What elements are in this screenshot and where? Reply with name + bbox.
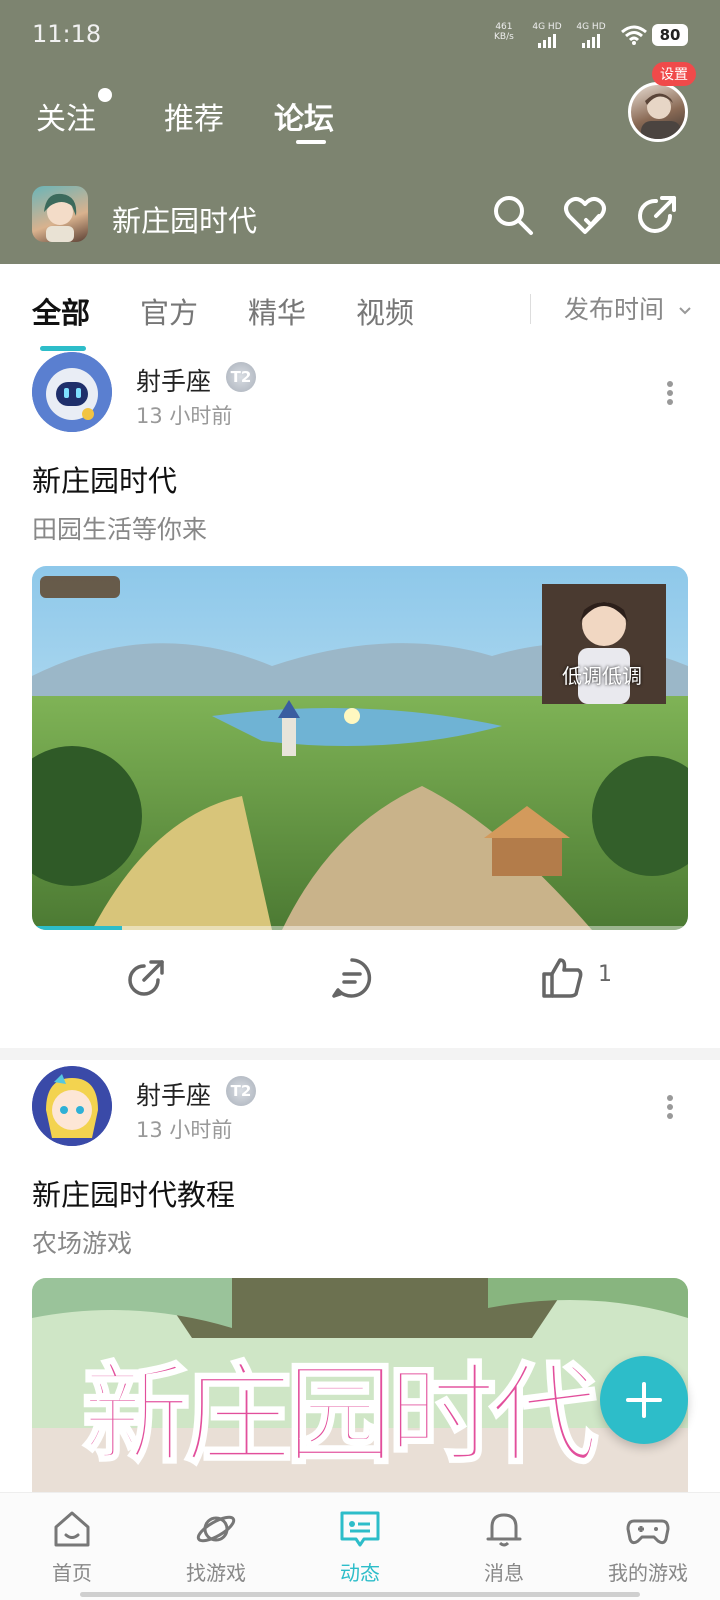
page: 11:18 461 KB/s 4G HD 4G HD 80 关注 推荐 论坛 设… (0, 0, 720, 1600)
video-overlay-caption: 低调低调 (562, 664, 642, 688)
status-bar: 11:18 461 KB/s 4G HD 4G HD 80 (0, 0, 720, 70)
game-character-icon (44, 193, 77, 242)
filter-video[interactable]: 视频 (356, 290, 414, 332)
nav-messages-label: 消息 (484, 1561, 524, 1585)
tab-recommend[interactable]: 推荐 (164, 94, 224, 138)
level-badge: T2 (226, 1076, 256, 1106)
notification-dot (98, 88, 112, 102)
signal-sim1: 4G HD (530, 22, 564, 48)
forum-bar: 新庄园时代 (0, 184, 720, 250)
filter-all-indicator (40, 346, 86, 351)
banner-text: 新庄园时代 (80, 1352, 599, 1480)
post-title: 新庄园时代 (32, 464, 178, 498)
anime-avatar-icon (32, 1066, 112, 1146)
search-icon[interactable] (490, 192, 536, 238)
tab-follow[interactable]: 关注 (36, 94, 96, 138)
share-icon[interactable] (124, 956, 168, 1000)
sort-dropdown[interactable]: 发布时间 (564, 290, 692, 326)
chevron-down-icon (679, 307, 691, 315)
nav-mygames-label: 我的游戏 (608, 1561, 688, 1585)
comment-icon[interactable] (330, 956, 374, 1000)
farm-landscape-image (32, 566, 688, 930)
thumbs-up-icon[interactable] (540, 956, 584, 1000)
post-time: 13 小时前 (136, 404, 233, 428)
feed-icon (340, 1511, 380, 1547)
game-icon[interactable] (32, 186, 88, 242)
author-name[interactable]: 射手座 (136, 1076, 211, 1112)
nav-home[interactable]: 首页 (12, 1509, 132, 1586)
gesture-bar (80, 1592, 640, 1597)
post-title: 新庄园时代教程 (32, 1178, 236, 1212)
tab-forum[interactable]: 论坛 (274, 94, 334, 138)
filter-all[interactable]: 全部 (32, 290, 90, 332)
like-count: 1 (598, 962, 612, 987)
forum-title: 新庄园时代 (112, 204, 258, 238)
plus-icon (626, 1382, 662, 1418)
signal-sim2: 4G HD (574, 22, 608, 48)
post-divider (0, 1048, 720, 1060)
filter-featured[interactable]: 精华 (248, 290, 306, 332)
nav-feed-label: 动态 (340, 1561, 380, 1585)
nav-feed[interactable]: 动态 (300, 1509, 420, 1586)
gamepad-icon (626, 1519, 670, 1545)
author-avatar[interactable] (32, 1066, 112, 1146)
bottom-nav: 首页 找游戏 动态 消息 我的游戏 (0, 1492, 720, 1600)
sort-label: 发布时间 (564, 295, 665, 324)
signal-bars-icon (530, 34, 564, 48)
more-icon[interactable] (666, 378, 674, 408)
home-icon (54, 1511, 90, 1547)
bell-icon (486, 1513, 522, 1547)
robot-avatar-icon (32, 352, 112, 432)
filter-official[interactable]: 官方 (140, 290, 198, 332)
post-subtitle: 田园生活等你来 (32, 515, 208, 544)
post-video[interactable]: 低调低调 (32, 566, 688, 930)
header: 11:18 461 KB/s 4G HD 4G HD 80 关注 推荐 论坛 设… (0, 0, 720, 264)
nav-home-label: 首页 (52, 1561, 92, 1585)
post-time: 13 小时前 (136, 1118, 233, 1142)
settings-badge[interactable]: 设置 (652, 62, 696, 86)
post-subtitle: 农场游戏 (32, 1229, 133, 1258)
post-actions: 1 (0, 946, 720, 1006)
post-image[interactable]: 新庄园时代 (32, 1278, 688, 1492)
signal-bars-icon (574, 34, 608, 48)
top-tabs: 关注 推荐 论坛 (0, 78, 720, 158)
user-avatar[interactable] (628, 82, 688, 142)
battery-indicator: 80 (652, 24, 688, 46)
nav-find-games[interactable]: 找游戏 (156, 1509, 276, 1586)
level-badge: T2 (226, 362, 256, 392)
status-time: 11:18 (32, 20, 102, 48)
more-icon[interactable] (666, 1092, 674, 1122)
nav-messages[interactable]: 消息 (444, 1509, 564, 1586)
author-name[interactable]: 射手座 (136, 362, 211, 398)
planet-icon (196, 1515, 236, 1543)
wifi-icon (621, 25, 647, 45)
heart-icon[interactable] (562, 192, 608, 238)
filter-divider (530, 294, 531, 324)
net-speed: 461 KB/s (494, 22, 514, 42)
nav-my-games[interactable]: 我的游戏 (588, 1509, 708, 1586)
nav-find-label: 找游戏 (186, 1561, 246, 1585)
post-card[interactable]: 射手座 T2 13 小时前 新庄园时代 田园生活等你来 低调低调 1 (0, 352, 720, 1048)
create-post-button[interactable] (600, 1356, 688, 1444)
tab-forum-indicator (296, 140, 326, 144)
share-icon[interactable] (634, 192, 680, 238)
author-avatar[interactable] (32, 352, 112, 432)
filter-tabs: 全部 官方 精华 视频 发布时间 (0, 264, 720, 351)
